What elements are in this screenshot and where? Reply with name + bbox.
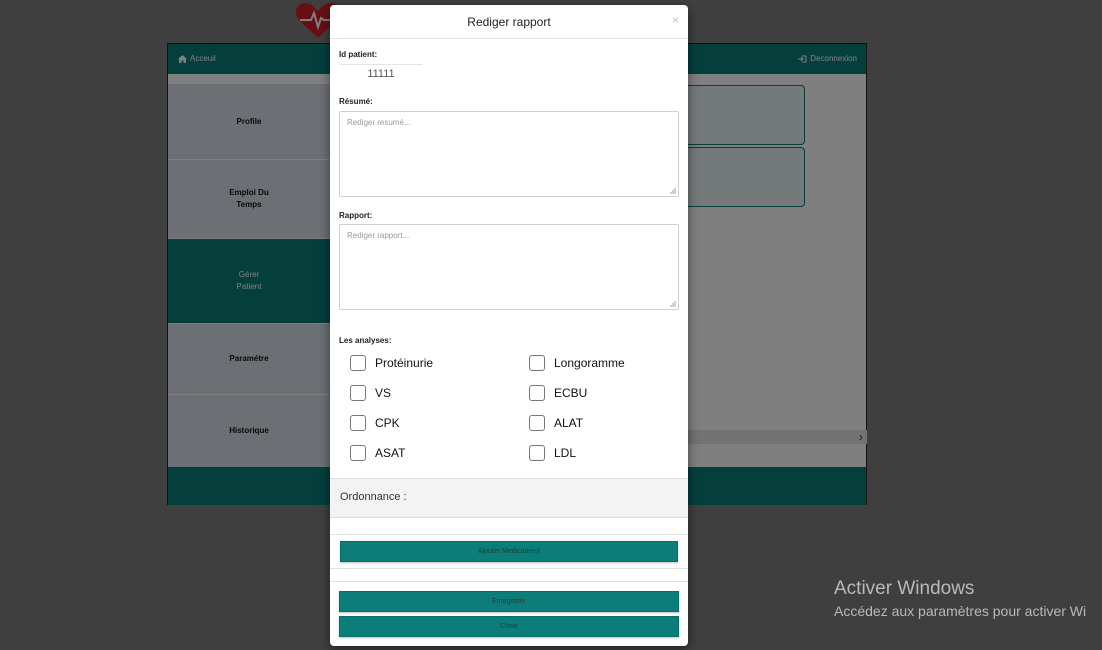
resume-textarea[interactable]: Rediger resumé... — [339, 111, 679, 197]
rapport-placeholder: Rediger rapport... — [347, 231, 410, 240]
checkbox-label: ECBU — [554, 386, 588, 400]
rapport-textarea[interactable]: Rediger rapport... — [339, 224, 679, 310]
windows-activation-watermark: Activer Windows Accédez aux paramètres p… — [834, 578, 1086, 619]
rediger-rapport-modal: Rediger rapport × Id patient: 11111 Résu… — [330, 5, 688, 646]
resume-placeholder: Rediger resumé... — [347, 118, 411, 127]
rapport-label: Rapport: — [339, 211, 373, 220]
add-medicament-button[interactable]: Ajouter Medicament — [340, 541, 678, 562]
watermark-subtitle: Accédez aux paramètres pour activer Wi — [834, 603, 1087, 619]
ordonnance-section-header: Ordonnance : — [330, 478, 688, 518]
checkbox-label: Longoramme — [554, 356, 625, 370]
checkbox-longoramme[interactable]: Longoramme — [529, 355, 625, 371]
id-patient-value[interactable]: 11111 — [340, 64, 422, 80]
checkbox-box[interactable] — [529, 355, 545, 371]
save-button[interactable]: Enregistrer — [339, 591, 679, 612]
checkbox-box[interactable] — [350, 415, 366, 431]
checkbox-ecbu[interactable]: ECBU — [529, 385, 587, 401]
checkbox-cpk[interactable]: CPK — [350, 415, 400, 431]
checkbox-proteinurie[interactable]: Protéinurie — [350, 355, 433, 371]
checkbox-alat[interactable]: ALAT — [529, 415, 583, 431]
checkbox-box[interactable] — [529, 445, 545, 461]
checkbox-box[interactable] — [350, 355, 366, 371]
close-icon[interactable]: × — [672, 13, 679, 27]
resize-grip-icon[interactable] — [669, 187, 676, 194]
divider — [330, 534, 688, 535]
watermark-title: Activer Windows — [834, 578, 975, 599]
checkbox-box[interactable] — [350, 445, 366, 461]
checkbox-box[interactable] — [529, 415, 545, 431]
checkbox-label: ALAT — [554, 416, 584, 430]
checkbox-label: Protéinurie — [375, 356, 434, 370]
analyses-label: Les analyses: — [339, 336, 392, 345]
checkbox-box[interactable] — [350, 385, 366, 401]
modal-header: Rediger rapport × — [330, 5, 688, 39]
checkbox-label: LDL — [554, 446, 577, 460]
checkbox-label: VS — [375, 386, 392, 400]
resume-label: Résumé: — [339, 97, 373, 106]
ordonnance-label: Ordonnance : — [340, 491, 407, 503]
checkbox-box[interactable] — [529, 385, 545, 401]
divider — [330, 581, 688, 582]
resize-grip-icon[interactable] — [669, 300, 676, 307]
close-button[interactable]: Close — [339, 616, 679, 637]
id-patient-label: Id patient: — [339, 50, 378, 59]
checkbox-ldl[interactable]: LDL — [529, 445, 576, 461]
checkbox-label: ASAT — [375, 446, 406, 460]
divider — [330, 568, 688, 569]
modal-title: Rediger rapport — [467, 15, 551, 29]
checkbox-asat[interactable]: ASAT — [350, 445, 405, 461]
checkbox-label: CPK — [375, 416, 400, 430]
checkbox-vs[interactable]: VS — [350, 385, 391, 401]
